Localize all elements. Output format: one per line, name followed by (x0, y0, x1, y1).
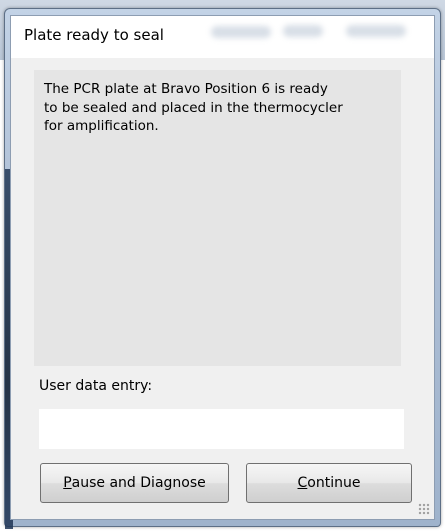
continue-button[interactable]: Continue (246, 463, 412, 503)
title-bar[interactable]: Plate ready to seal (11, 16, 434, 58)
pause-button-label: ause and Diagnose (71, 475, 206, 491)
message-text: The PCR plate at Bravo Position 6 is rea… (44, 81, 343, 134)
continue-button-label: ontinue (307, 475, 361, 491)
pause-and-diagnose-button[interactable]: Pause and Diagnose (40, 463, 229, 503)
background-blur (211, 26, 271, 38)
background-blur (283, 25, 323, 37)
resize-grip-icon[interactable] (418, 503, 430, 515)
pause-button-accelerator: P (63, 475, 72, 491)
user-data-entry-label: User data entry: (39, 378, 153, 394)
background-blur (346, 25, 406, 37)
continue-button-accelerator: C (297, 475, 308, 491)
screen: Plate ready to seal The PCR plate at Bra… (0, 0, 445, 531)
dialog: Plate ready to seal The PCR plate at Bra… (10, 15, 435, 520)
user-data-entry-input[interactable] (39, 409, 404, 449)
dialog-title: Plate ready to seal (24, 26, 164, 44)
message-panel: The PCR plate at Bravo Position 6 is rea… (34, 70, 401, 366)
